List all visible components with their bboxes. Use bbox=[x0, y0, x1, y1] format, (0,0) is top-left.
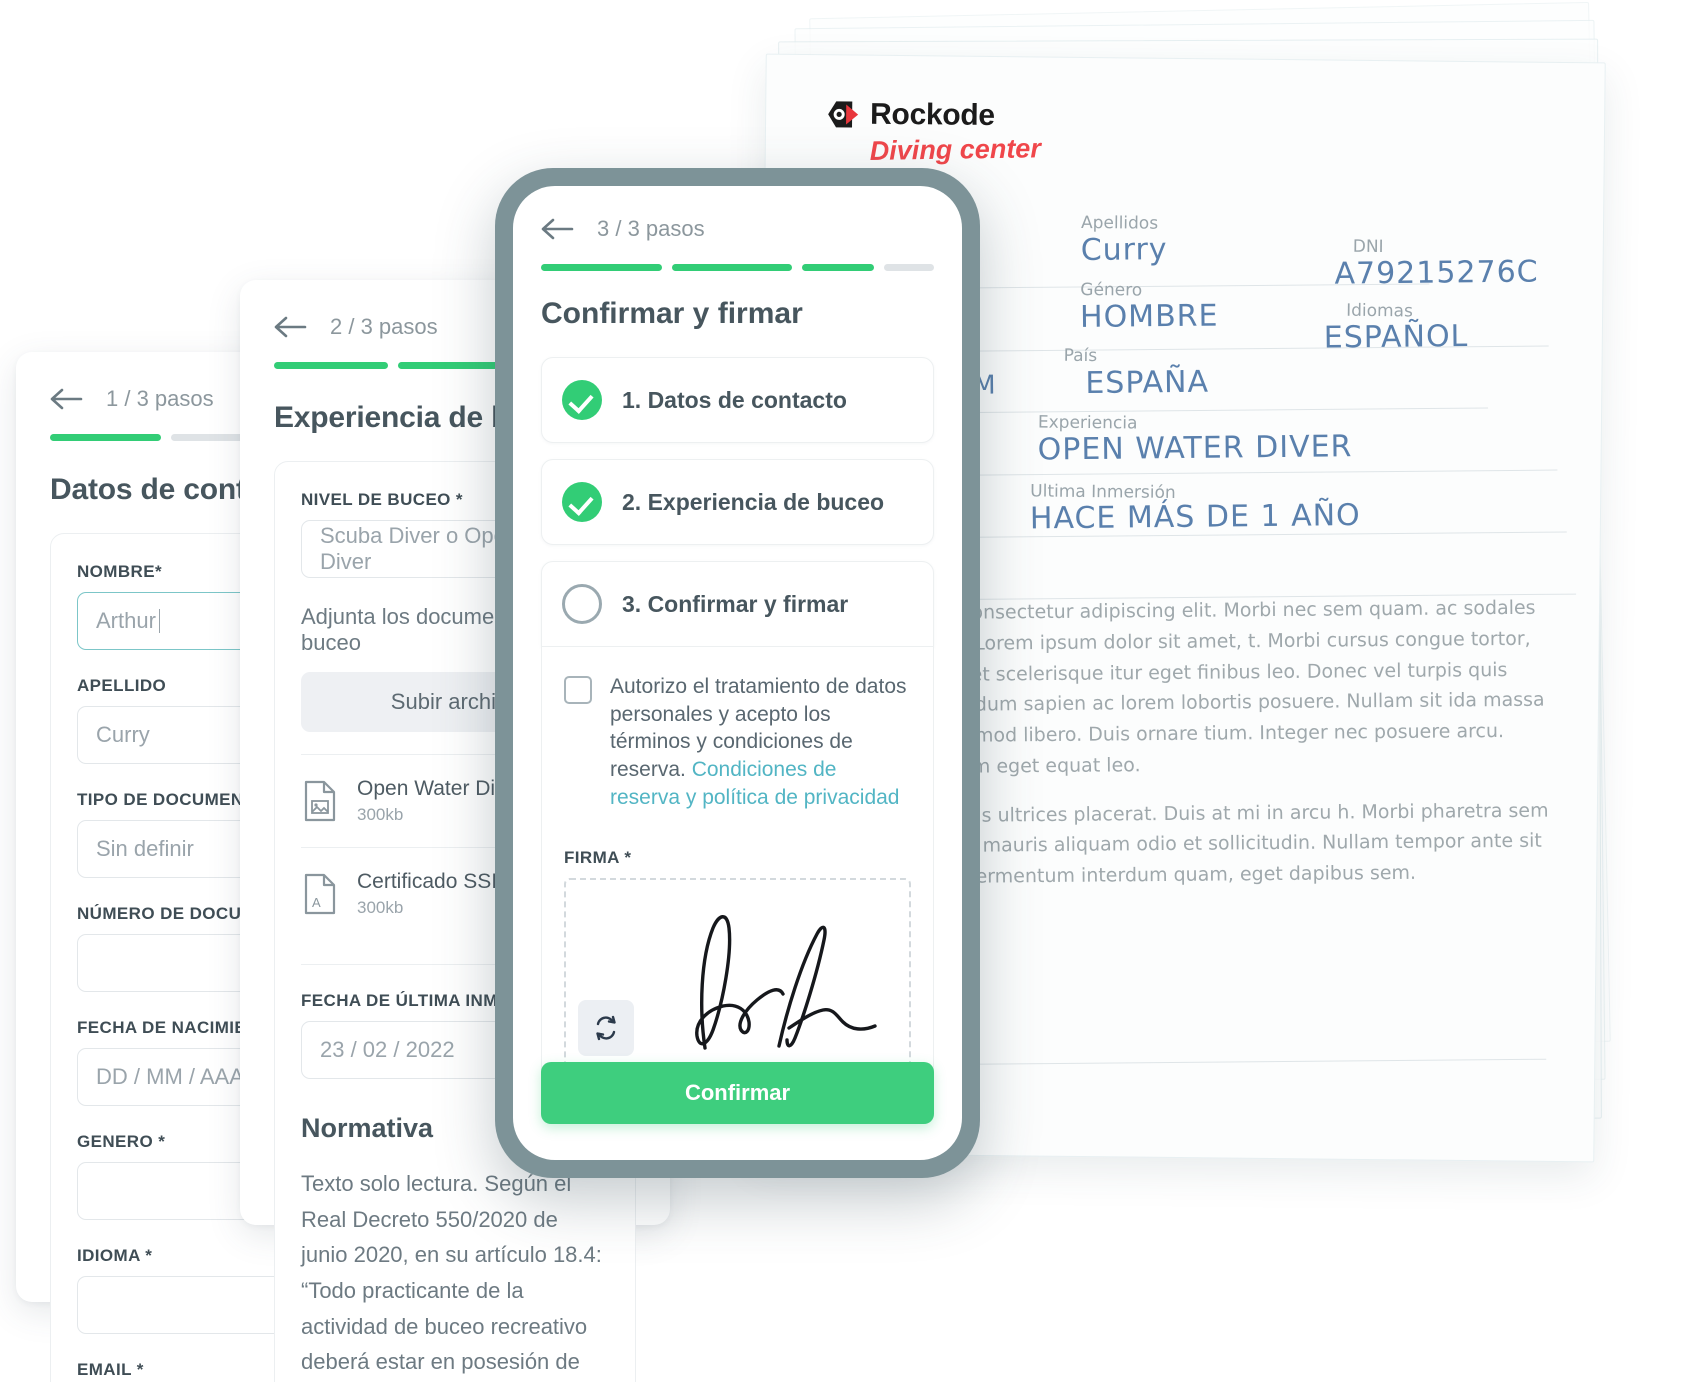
back-arrow-icon[interactable] bbox=[274, 315, 308, 339]
paper-body-text: met, consectetur adipiscing elit. Morbi … bbox=[911, 593, 1554, 893]
paper-paragraph: sed felis ultrices placerat. Duis at mi … bbox=[912, 799, 1549, 889]
paper-field-value: Curry bbox=[1080, 232, 1168, 268]
brand-tagline: Diving center bbox=[869, 133, 1042, 166]
step3-progress bbox=[541, 264, 934, 271]
image-file-icon bbox=[303, 780, 337, 822]
back-arrow-icon[interactable] bbox=[50, 387, 84, 411]
progress-segment bbox=[671, 264, 792, 271]
paper-field-pais: País ESPAÑA bbox=[1063, 346, 1210, 403]
progress-segment bbox=[802, 264, 874, 271]
step3-title: Confirmar y firmar bbox=[541, 297, 803, 330]
step3-header: 3 / 3 pasos bbox=[541, 216, 934, 242]
paper-field-dni: DNI A79215276C bbox=[1334, 237, 1539, 294]
rockode-logo-icon bbox=[826, 97, 860, 131]
checklist-item-2[interactable]: 2. Experiencia de buceo bbox=[541, 459, 934, 545]
confirm-button[interactable]: Confirmar bbox=[541, 1062, 934, 1124]
paper-field-value: ESPAÑOL bbox=[1323, 318, 1469, 356]
paper-field-label: Apellidos bbox=[1080, 212, 1159, 234]
field-value: Curry bbox=[96, 722, 150, 747]
brand-logo: Rockode Diving center bbox=[826, 97, 1042, 166]
signature-canvas[interactable] bbox=[564, 877, 911, 1073]
handwritten-signature bbox=[661, 898, 911, 1073]
paper-field-value: A79215276C bbox=[1334, 254, 1539, 292]
checklist-item-3[interactable]: 3. Confirmar y firmar bbox=[541, 561, 934, 647]
screenshot-root: Rockode Diving center Apellidos Curry DN… bbox=[0, 0, 1686, 1382]
checklist-label: 2. Experiencia de buceo bbox=[622, 488, 885, 515]
normativa-text: Texto solo lectura. Según el Real Decret… bbox=[301, 1171, 602, 1375]
paper-paragraph: met, consectetur adipiscing elit. Morbi … bbox=[911, 596, 1545, 779]
consent-checkbox[interactable] bbox=[564, 676, 592, 704]
step3-screen: 3 / 3 pasos Confirmar y firmar 1. Datos … bbox=[513, 186, 962, 1160]
phone-device: 3 / 3 pasos Confirmar y firmar 1. Datos … bbox=[495, 168, 980, 1178]
checklist-item-1[interactable]: 1. Datos de contacto bbox=[541, 357, 934, 443]
redo-refresh-icon[interactable] bbox=[578, 999, 634, 1056]
field-value: Arthur bbox=[96, 608, 156, 633]
paper-field-value: OPEN WATER DIVER bbox=[1037, 429, 1353, 468]
consent-text: Autorizo el tratamiento de datos persona… bbox=[610, 673, 911, 812]
progress-segment bbox=[274, 362, 388, 369]
paper-footer-rule bbox=[906, 1058, 1547, 1066]
document-size: 300kb bbox=[357, 898, 404, 917]
checklist-label: 3. Confirmar y firmar bbox=[622, 590, 849, 617]
signature-label: FIRMA * bbox=[564, 847, 632, 867]
empty-circle-icon bbox=[562, 584, 602, 624]
svg-text:A: A bbox=[312, 895, 321, 910]
progress-segment bbox=[541, 264, 662, 271]
progress-segment bbox=[50, 434, 161, 441]
paper-field-value: ESPAÑA bbox=[1085, 364, 1210, 401]
paper-field-value: HOMBRE bbox=[1079, 298, 1219, 335]
pdf-file-icon: A bbox=[303, 873, 337, 915]
field-value: 23 / 02 / 2022 bbox=[320, 1037, 455, 1062]
paper-field-apellidos: Apellidos Curry bbox=[1081, 213, 1168, 269]
check-circle-icon bbox=[562, 380, 602, 420]
paper-field-experiencia: Experiencia OPEN WATER DIVER bbox=[1037, 413, 1352, 471]
paper-field-value: HACE MÁS DE 1 AÑO bbox=[1029, 497, 1361, 537]
check-circle-icon bbox=[562, 482, 602, 522]
field-value: Sin definir bbox=[96, 836, 194, 861]
step3-step-count: 3 / 3 pasos bbox=[597, 216, 705, 241]
consent-panel: Autorizo el tratamiento de datos persona… bbox=[541, 647, 934, 1099]
document-name: Certificado SSI bbox=[357, 870, 498, 893]
step2-step-count: 2 / 3 pasos bbox=[330, 314, 438, 339]
brand-name: Rockode bbox=[869, 97, 995, 133]
back-arrow-icon[interactable] bbox=[541, 217, 575, 241]
text-caret bbox=[158, 609, 160, 633]
checklist-label: 1. Datos de contacto bbox=[622, 386, 847, 413]
paper-field-ultima-inmersion: Ultima Inmersión HACE MÁS DE 1 AÑO bbox=[1030, 481, 1361, 539]
progress-segment bbox=[884, 264, 934, 271]
field-value: DD / MM / AAAA bbox=[96, 1064, 259, 1089]
paper-field-genero: Género HOMBRE bbox=[1080, 280, 1219, 336]
step1-step-count: 1 / 3 pasos bbox=[106, 386, 214, 411]
paper-field-idiomas: Idiomas ESPAÑOL bbox=[1324, 300, 1469, 357]
